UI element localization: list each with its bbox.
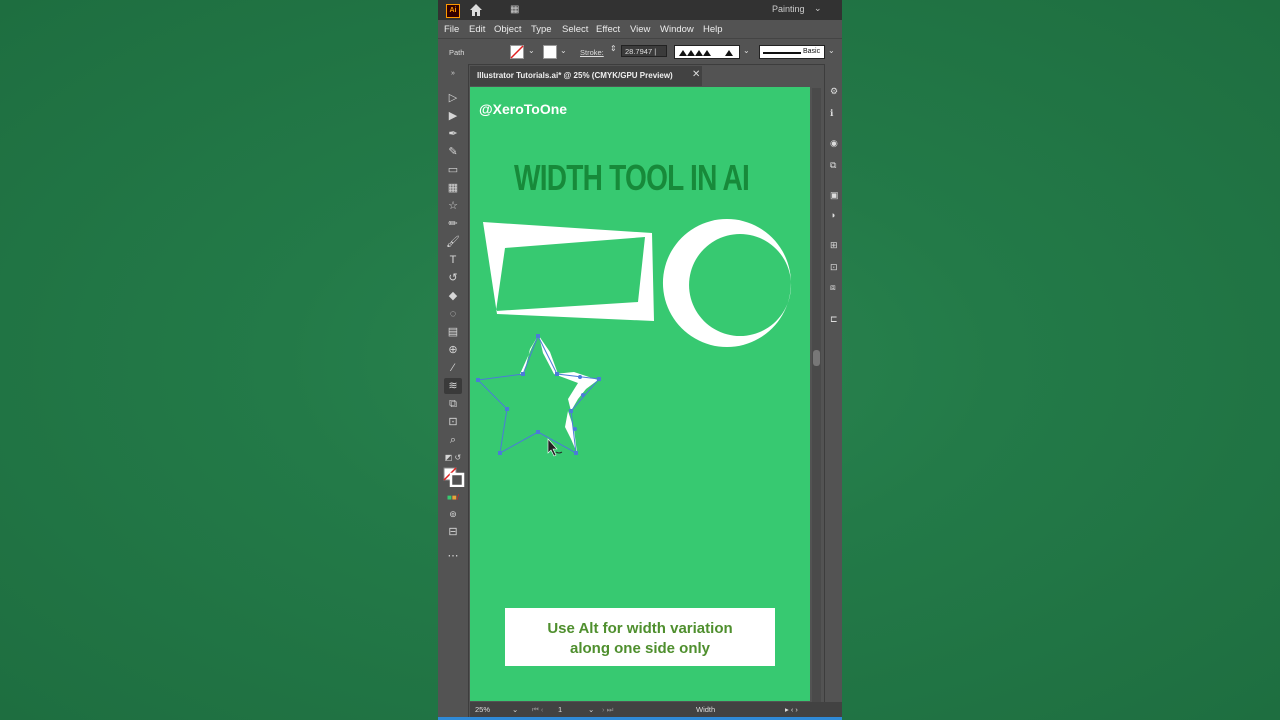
variable-width-circle[interactable]: [662, 219, 792, 347]
brush-definition[interactable]: Basic: [759, 45, 825, 59]
menu-file[interactable]: File: [444, 24, 459, 35]
menu-window[interactable]: Window: [660, 24, 694, 35]
pencil-icon[interactable]: ✏: [444, 216, 462, 232]
scroll-thumb[interactable]: [813, 350, 820, 366]
transform-icon[interactable]: ⧈: [830, 282, 840, 292]
mesh-icon[interactable]: ⊕: [444, 342, 462, 358]
app-topbar: Ai ▦ ⌄ Painting ⌄: [438, 0, 842, 26]
grid-icon[interactable]: ▦: [444, 180, 462, 196]
stroke-stepper-icon[interactable]: ⇕: [610, 44, 617, 53]
artboard-icon[interactable]: ⊡: [444, 414, 462, 430]
chevron-down-icon[interactable]: ⌄: [814, 3, 822, 14]
star-icon[interactable]: ☆: [444, 198, 462, 214]
menu-view[interactable]: View: [630, 24, 650, 35]
artboard-dropdown-icon[interactable]: ⌄: [588, 705, 594, 714]
menu-object[interactable]: Object: [494, 24, 521, 35]
zoom-dropdown-icon[interactable]: ⌄: [512, 705, 518, 714]
fill-none-swatch-icon[interactable]: [510, 45, 524, 59]
gradient-icon[interactable]: ▤: [444, 324, 462, 340]
selection-tool-icon[interactable]: ▷: [444, 90, 462, 106]
type-icon[interactable]: T: [444, 252, 462, 268]
last-artboard-icon[interactable]: › ⏭: [602, 705, 613, 715]
rotate-icon[interactable]: ↺: [444, 270, 462, 286]
direct-selection-icon[interactable]: ▶: [444, 108, 462, 124]
workspace-switcher[interactable]: Painting: [772, 4, 805, 14]
rectangle-icon[interactable]: ▭: [444, 162, 462, 178]
menu-help[interactable]: Help: [703, 24, 723, 35]
anchor-points[interactable]: [476, 334, 601, 455]
brush-dropdown-icon[interactable]: ⌄: [828, 46, 835, 55]
swatches-icon[interactable]: ▣: [830, 190, 840, 200]
width-tool-icon[interactable]: ≋: [444, 378, 462, 394]
tools-panel: » ▷ ▶ ✒ ✎ ▭ ▦ ☆ ✏ 🖌︎ T ↺ ◆ ◌ ▤ ⊕ ⁄ ≋ ⧉ ⊡…: [438, 64, 469, 720]
variable-width-rectangle[interactable]: [483, 222, 654, 321]
info-icon[interactable]: ℹ: [830, 108, 840, 118]
stroke-label[interactable]: Stroke:: [580, 48, 604, 57]
status-arrows-icon[interactable]: ▸ ‹ ›: [785, 705, 798, 714]
drawing-mode-icon[interactable]: ⊚: [444, 506, 462, 522]
layers-icon[interactable]: ⧉: [830, 160, 840, 170]
variable-width-profile[interactable]: [674, 45, 740, 59]
right-dock: ⚙ ℹ ◉ ⧉ ▣ ◑ ⊞ ⊡ ⧈ ⊏: [824, 64, 842, 720]
selection-type-label: Path: [449, 48, 465, 57]
width-profile-icon: [679, 50, 733, 56]
pathfinder-icon[interactable]: ⊡: [830, 262, 840, 272]
zoom-icon[interactable]: ⌕: [444, 432, 462, 448]
menu-select[interactable]: Select: [562, 24, 588, 35]
current-tool-name: Width: [696, 705, 716, 714]
eyedropper-icon[interactable]: ⁄: [444, 360, 462, 376]
more-tools-icon[interactable]: ⋯: [444, 548, 462, 564]
artboards-panel-icon[interactable]: ⊏: [830, 314, 840, 324]
pen-icon[interactable]: ✒: [444, 126, 462, 142]
artboard-number[interactable]: 1: [558, 705, 562, 714]
zoom-level[interactable]: 25%: [475, 705, 490, 714]
arrange-documents-icon[interactable]: ▦ ⌄: [510, 4, 530, 26]
caption-line-2: along one side only: [569, 640, 711, 657]
caption-box: Use Alt for width variation along one si…: [505, 608, 775, 666]
properties-icon[interactable]: ⚙: [830, 86, 840, 96]
menu-edit[interactable]: Edit: [469, 24, 485, 35]
fill-dropdown-icon[interactable]: ⌄: [528, 46, 535, 55]
home-icon[interactable]: [469, 3, 483, 17]
stroke-swatch[interactable]: [543, 45, 557, 59]
curvature-icon[interactable]: ✎: [444, 144, 462, 160]
brush-name: Basic: [803, 48, 821, 55]
stroke-weight-field[interactable]: 28.7947 |: [621, 45, 667, 57]
panel-collapse-icon[interactable]: »: [444, 66, 462, 82]
align-icon[interactable]: ⊞: [830, 240, 840, 250]
menu-bar: File Edit Object Type Select Effect View…: [438, 20, 842, 39]
document-tab[interactable]: Illustrator Tutorials.ai* @ 25% (CMYK/GP…: [470, 66, 702, 86]
variable-width-star[interactable]: [476, 334, 601, 455]
eraser-icon[interactable]: ◆: [444, 288, 462, 304]
swap-colors-icon[interactable]: ◩ ↺: [444, 450, 462, 466]
profile-dropdown-icon[interactable]: ⌄: [743, 46, 750, 55]
color-icon[interactable]: ◑: [830, 210, 840, 220]
brush-stroke-icon: [763, 52, 801, 54]
menu-type[interactable]: Type: [531, 24, 552, 35]
appearance-icon[interactable]: ◉: [830, 138, 840, 148]
stroke-swatch-dropdown-icon[interactable]: ⌄: [560, 46, 567, 55]
vertical-scrollbar[interactable]: [812, 88, 821, 702]
fill-stroke-icon[interactable]: [443, 467, 465, 487]
paintbrush-icon[interactable]: 🖌︎: [444, 234, 462, 250]
document-tab-title: Illustrator Tutorials.ai* @ 25% (CMYK/GP…: [477, 71, 673, 80]
app-logo: Ai: [446, 4, 460, 18]
caption-line-1: Use Alt for width variation: [547, 620, 733, 637]
shape-builder-icon[interactable]: ◌: [444, 306, 462, 322]
color-mode-icon[interactable]: ■■/: [444, 490, 462, 506]
first-artboard-icon[interactable]: ⏮ ‹: [532, 705, 543, 715]
free-transform-icon[interactable]: ⧉: [444, 396, 462, 412]
screen-mode-icon[interactable]: ⊟: [444, 524, 462, 540]
control-bar: Path ⌄ ⌄ Stroke: ⇕ 28.7947 | ⌄ Basic ⌄: [438, 40, 842, 65]
artboard[interactable]: @XeroToOne WIDTH TOOL IN AI Use Alt for …: [470, 87, 810, 701]
menu-effect[interactable]: Effect: [596, 24, 620, 35]
close-icon[interactable]: ✕: [692, 69, 700, 80]
status-bar: 25% ⌄ ⏮ ‹ 1 ⌄ › ⏭ Width ▸ ‹ ›: [470, 702, 842, 718]
